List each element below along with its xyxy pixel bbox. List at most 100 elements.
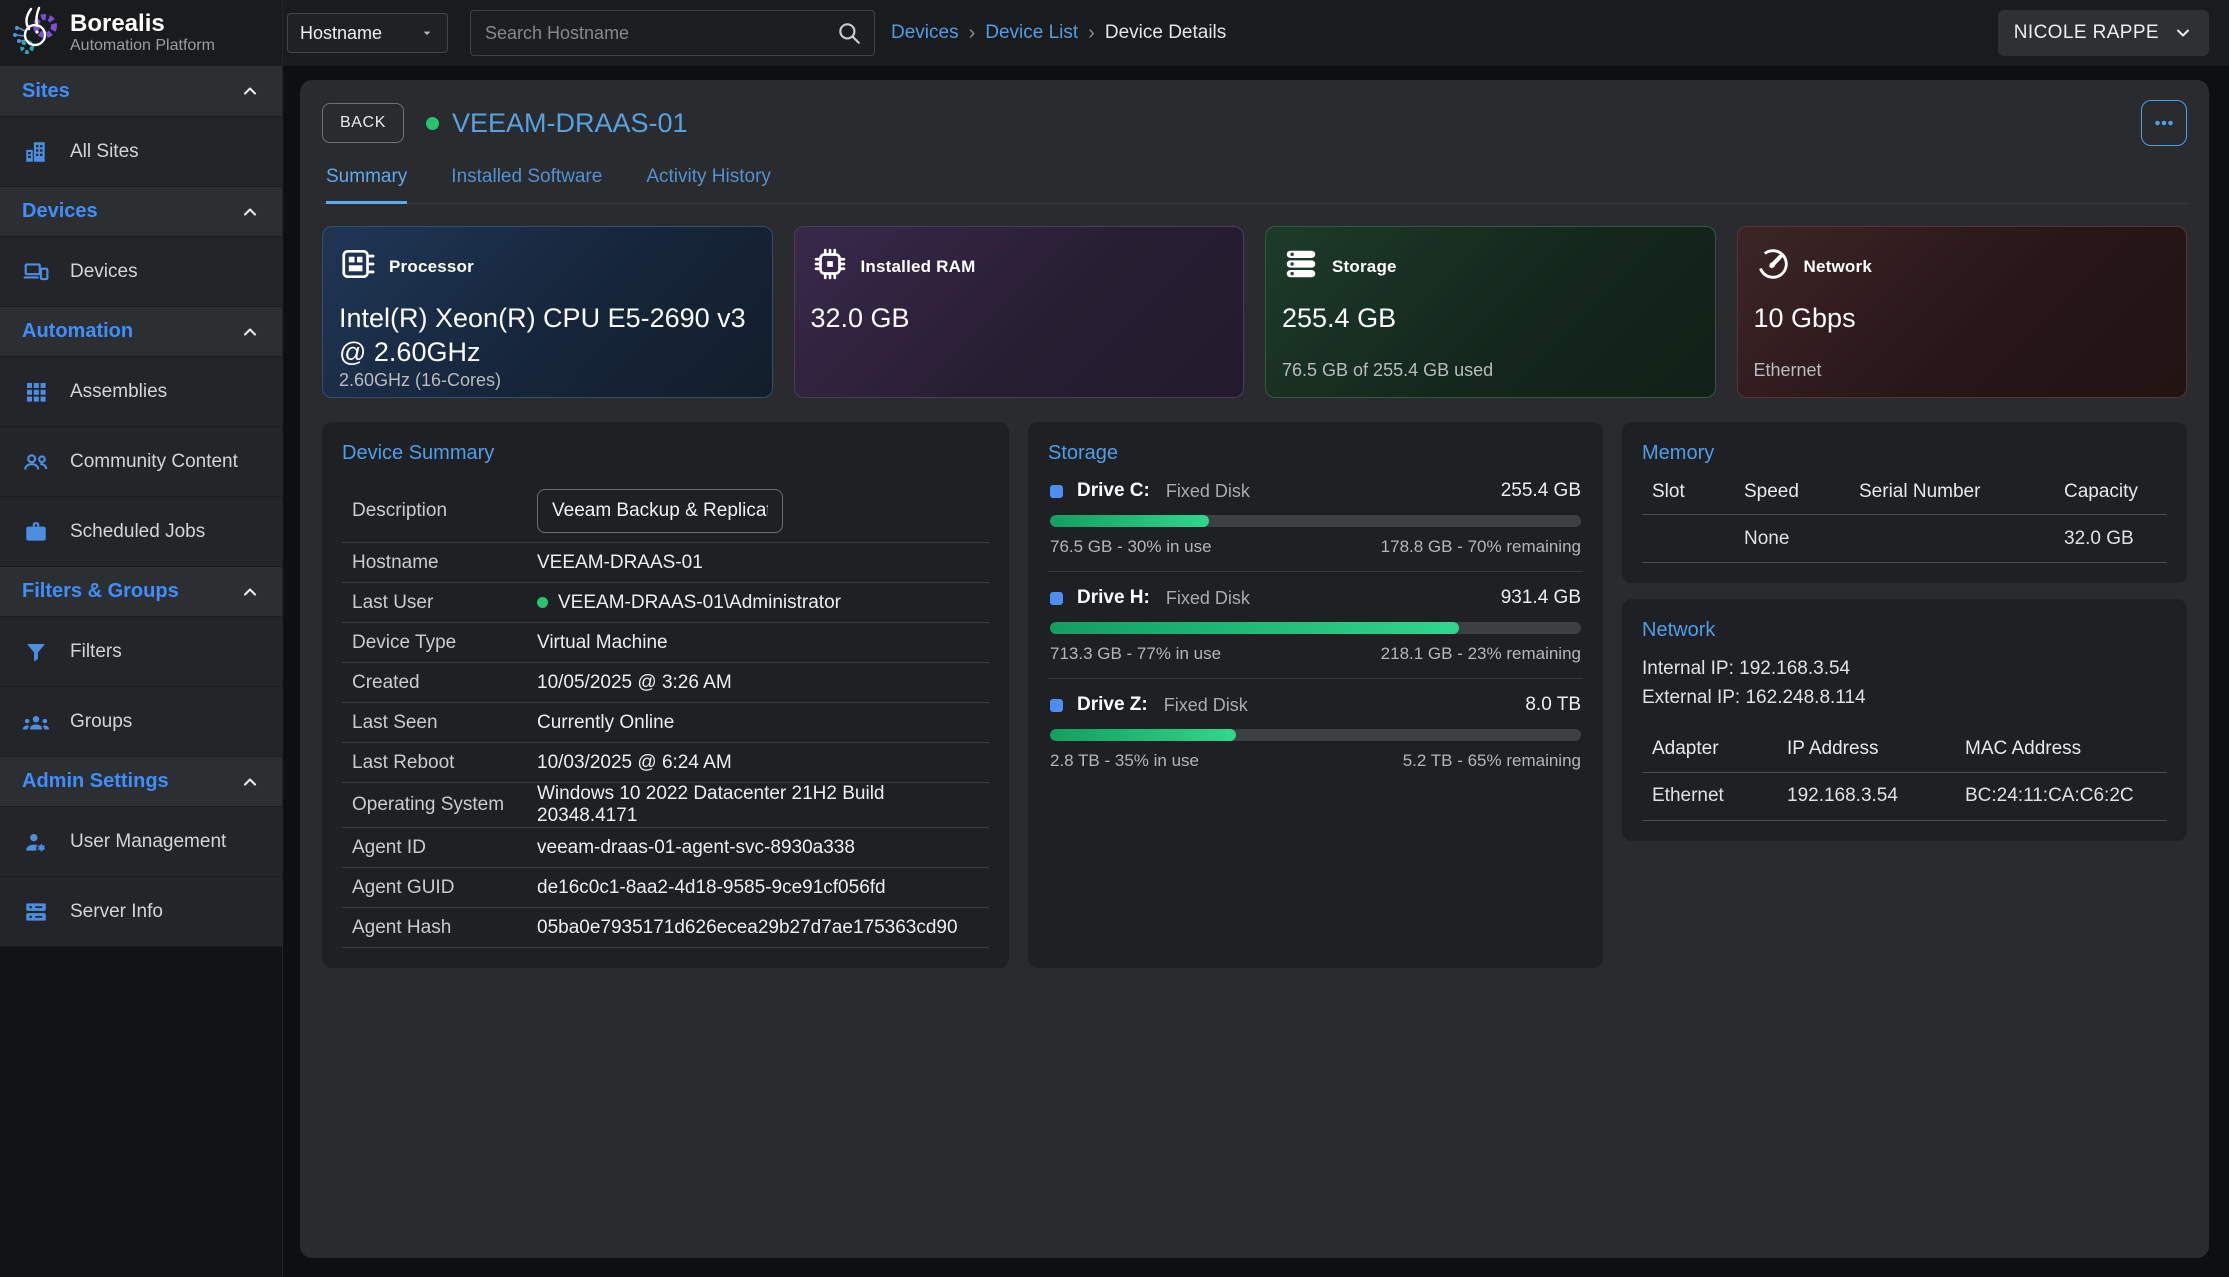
borealis-rabbit-logo-icon [10, 5, 60, 62]
section-label: Filters & Groups [22, 580, 179, 603]
topbar: Hostname Devices › Device List › Device … [283, 0, 2229, 66]
drive-used-text: 2.8 TB - 35% in use [1050, 751, 1199, 771]
description-input[interactable] [537, 489, 783, 533]
groups-icon [22, 708, 50, 736]
sidebar-item-all-sites[interactable]: All Sites [0, 116, 282, 186]
sidebar-item-label: User Management [70, 831, 226, 853]
device-tabs: Summary Installed Software Activity Hist… [322, 166, 2187, 204]
chevron-up-icon [240, 202, 260, 222]
sidebar-item-assemblies[interactable]: Assemblies [0, 356, 282, 426]
drive-row-z: Drive Z: Fixed Disk 8.0 TB 2.8 TB - 35% … [1048, 679, 1583, 785]
sidebar-item-label: All Sites [70, 141, 139, 163]
ellipsis-icon [2151, 110, 2177, 136]
device-details-panel: BACK VEEAM-DRAAS-01 Summary Installed So… [300, 80, 2209, 1258]
devices-icon [22, 258, 50, 286]
network-panel-title: Network [1642, 619, 2167, 642]
breadcrumb-current: Device Details [1105, 22, 1226, 44]
user-online-dot [537, 597, 548, 608]
briefcase-icon [22, 518, 50, 546]
tab-activity-history[interactable]: Activity History [646, 166, 771, 203]
app-logo: Borealis Automation Platform [0, 0, 282, 66]
drive-usage-bar [1050, 622, 1581, 634]
installed-ram-card: Installed RAM 32.0 GB [794, 226, 1245, 398]
app-subtitle: Automation Platform [70, 37, 215, 55]
breadcrumb: Devices › Device List › Device Details [891, 22, 1226, 45]
summary-row-hostname: Hostname VEEAM-DRAAS-01 [342, 543, 989, 583]
sidebar-section-automation[interactable]: Automation [0, 306, 282, 356]
search-field-dropdown[interactable]: Hostname [287, 13, 448, 53]
sidebar-item-label: Scheduled Jobs [70, 521, 205, 543]
memory-panel-title: Memory [1642, 442, 2167, 465]
sidebar-item-user-management[interactable]: User Management [0, 806, 282, 876]
drive-marker-icon [1050, 592, 1063, 605]
drive-used-text: 76.5 GB - 30% in use [1050, 537, 1212, 557]
breadcrumb-device-list[interactable]: Device List [985, 22, 1078, 44]
network-subtitle: Ethernet [1754, 360, 2171, 381]
ram-value: 32.0 GB [811, 302, 1228, 336]
sidebar-item-devices[interactable]: Devices [0, 236, 282, 306]
summary-row-agent-id: Agent ID veeam-draas-01-agent-svc-8930a3… [342, 828, 989, 868]
drive-used-text: 713.3 GB - 77% in use [1050, 644, 1221, 664]
sidebar-section-sites[interactable]: Sites [0, 66, 282, 116]
drive-remaining-text: 178.8 GB - 70% remaining [1381, 537, 1581, 557]
drive-row-c: Drive C: Fixed Disk 255.4 GB 76.5 GB - 3… [1048, 465, 1583, 572]
section-label: Admin Settings [22, 770, 169, 793]
card-label: Processor [389, 257, 474, 277]
people-icon [22, 448, 50, 476]
tab-installed-software[interactable]: Installed Software [451, 166, 602, 203]
chevron-up-icon [240, 322, 260, 342]
drive-usage-fill [1050, 515, 1209, 527]
more-actions-button[interactable] [2141, 100, 2187, 146]
device-online-status-dot [426, 117, 439, 130]
internal-ip: Internal IP: 192.168.3.54 [1642, 654, 2167, 683]
sidebar-item-label: Groups [70, 711, 132, 733]
sidebar-section-admin-settings[interactable]: Admin Settings [0, 756, 282, 806]
summary-row-operating-system: Operating System Windows 10 2022 Datacen… [342, 783, 989, 828]
drive-usage-fill [1050, 622, 1459, 634]
breadcrumb-separator: › [969, 22, 976, 45]
sidebar-item-server-info[interactable]: Server Info [0, 876, 282, 946]
section-label: Automation [22, 320, 133, 343]
network-value: 10 Gbps [1754, 302, 2171, 336]
network-table-header: Adapter IP Address MAC Address [1642, 727, 2167, 773]
memory-table-header: Slot Speed Serial Number Capacity [1642, 469, 2167, 515]
storage-panel: Storage Drive C: Fixed Disk 255.4 GB 76.… [1028, 422, 1603, 968]
breadcrumb-separator: › [1088, 22, 1095, 45]
sidebar-item-label: Community Content [70, 451, 238, 473]
drive-remaining-text: 5.2 TB - 65% remaining [1403, 751, 1581, 771]
breadcrumb-devices[interactable]: Devices [891, 22, 959, 44]
sidebar-item-filters[interactable]: Filters [0, 616, 282, 686]
search-box [470, 10, 875, 56]
summary-row-last-user: Last User VEEAM-DRAAS-01\Administrator [342, 583, 989, 623]
gauge-icon [1754, 245, 1792, 288]
user-gear-icon [22, 828, 50, 856]
sidebar-item-community-content[interactable]: Community Content [0, 426, 282, 496]
network-card: Network 10 Gbps Ethernet [1737, 226, 2188, 398]
summary-row-device-type: Device Type Virtual Machine [342, 623, 989, 663]
sidebar-filler [0, 946, 282, 1277]
user-menu-button[interactable]: NICOLE RAPPE [1998, 10, 2209, 56]
back-button[interactable]: BACK [322, 103, 404, 143]
sidebar-item-label: Devices [70, 261, 138, 283]
memory-table-row: None 32.0 GB [1642, 515, 2167, 563]
search-input[interactable] [485, 23, 836, 44]
sidebar-item-groups[interactable]: Groups [0, 686, 282, 756]
drive-row-h: Drive H: Fixed Disk 931.4 GB 713.3 GB - … [1048, 572, 1583, 679]
processor-card: Processor Intel(R) Xeon(R) CPU E5-2690 v… [322, 226, 773, 398]
tab-summary[interactable]: Summary [326, 166, 407, 204]
drive-usage-fill [1050, 729, 1236, 741]
summary-row-last-reboot: Last Reboot 10/03/2025 @ 6:24 AM [342, 743, 989, 783]
device-summary-panel: Device Summary Description Hostname VEEA… [322, 422, 1009, 968]
sidebar-section-devices[interactable]: Devices [0, 186, 282, 236]
sidebar-section-filters-groups[interactable]: Filters & Groups [0, 566, 282, 616]
device-name-title: VEEAM-DRAAS-01 [452, 108, 688, 139]
card-label: Network [1804, 257, 1872, 277]
storage-stack-icon [1282, 245, 1320, 288]
summary-row-description: Description [342, 479, 989, 543]
card-label: Installed RAM [861, 257, 976, 277]
user-name: NICOLE RAPPE [2014, 22, 2159, 44]
main-area: Hostname Devices › Device List › Device … [283, 0, 2229, 1277]
sidebar-item-scheduled-jobs[interactable]: Scheduled Jobs [0, 496, 282, 566]
search-icon[interactable] [836, 20, 862, 46]
sidebar-item-label: Server Info [70, 901, 163, 923]
